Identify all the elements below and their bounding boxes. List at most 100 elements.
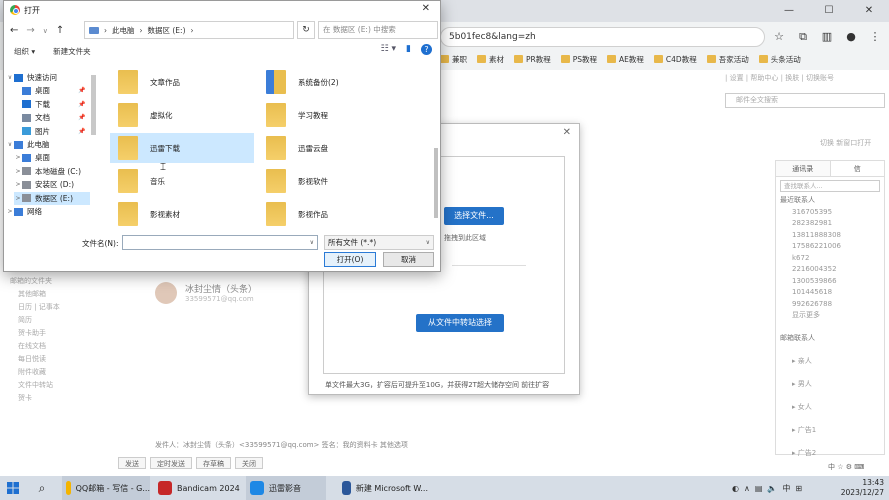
bookmark-item[interactable]: PR教程 [514,52,551,66]
contact-item[interactable]: ▸ 广告2 [776,448,884,460]
tree-item[interactable]: > 安装区 (D:) [14,178,74,191]
network-icon[interactable]: ▤ [755,484,763,493]
menu-icon[interactable]: ⋮ [866,27,884,47]
contact-item[interactable]: 2216004352 [776,264,884,276]
mail-menu-item[interactable]: 日历 | 记事本 [0,301,105,314]
tree-item[interactable]: ∨ 此电脑 [6,138,50,151]
tree-item[interactable]: 文档 📌 [14,111,85,124]
contact-item[interactable]: ▸ 广告1 [776,425,884,437]
sidebar-icon[interactable]: ▥ [818,27,836,47]
contact-item[interactable]: 17586221006 [776,241,884,253]
address-bar[interactable]: 5b01fec8&lang=zh [440,27,765,47]
expand-arrow-icon[interactable]: > [14,192,22,205]
search-icon[interactable]: ⌕ [30,476,54,500]
taskbar-app[interactable]: Bandicam 2024 [154,476,242,500]
contact-item[interactable]: 邮箱联系人 [776,333,884,345]
tree-item[interactable]: > 桌面 [14,151,50,164]
refresh-icon[interactable]: ↻ [297,21,315,39]
expand-arrow-icon[interactable]: > [6,205,14,218]
select-file-button[interactable]: 选择文件... [444,207,504,225]
chevron-down-icon[interactable]: ∨ [426,236,430,249]
close-icon[interactable]: ✕ [422,3,430,14]
file-item[interactable]: 学习教程 [258,100,402,130]
bookmark-item[interactable]: C4D教程 [653,52,697,66]
bookmark-item[interactable]: PS教程 [560,52,597,66]
preview-pane-icon[interactable]: ▮ [406,44,411,55]
maximize-icon[interactable]: ☐ [809,0,849,22]
up-icon[interactable]: ↑ [56,23,64,39]
file-type-select[interactable]: 所有文件 (*.*) ∨ [324,235,434,250]
contact-item[interactable]: 最近联系人 [776,195,884,207]
save-draft-button[interactable]: 存草稿 [196,457,231,469]
contact-item[interactable]: 显示更多 [776,310,884,322]
compose-top-links[interactable]: 切换 新窗口打开 [820,138,871,148]
bookmark-item[interactable]: 素材 [477,52,504,66]
tab-contacts[interactable]: 通讯录 [776,161,831,176]
file-item[interactable]: 迅雷下载 [110,133,254,163]
taskbar-app[interactable]: QQ邮箱 - 写信 - G... [62,476,150,500]
mail-menu-item[interactable]: 贺卡 [0,392,105,405]
file-item[interactable]: 虚拟化 [110,100,254,130]
tree-item[interactable]: > 本地磁盘 (C:) [14,165,81,178]
file-item[interactable]: 迅雷云盘 [258,133,402,163]
expand-arrow-icon[interactable]: ∨ [6,71,14,84]
contact-item[interactable]: ▸ 女人 [776,402,884,414]
bookmark-item[interactable]: 兼职 [440,52,467,66]
file-list-scrollbar[interactable] [432,63,440,231]
breadcrumb-item[interactable]: 数据区 (E:) [148,25,186,36]
mail-top-links[interactable]: | 设置 | 帮助中心 | 换肤 | 切换账号 [725,73,834,83]
mail-search-input[interactable]: 邮件全文搜索 [725,93,885,108]
star-icon[interactable]: ☆ [770,27,788,47]
filename-input[interactable]: ∨ [122,235,318,250]
extensions-icon[interactable]: ⧉ [794,27,812,47]
bookmark-item[interactable]: AE教程 [607,52,644,66]
search-input[interactable]: 在 数据区 (E:) 中搜索 [318,21,438,39]
close-icon[interactable]: ✕ [849,0,889,22]
clock[interactable]: 13:43 2023/12/27 [838,478,884,498]
contact-item[interactable]: 1300539866 [776,276,884,288]
tree-item[interactable]: > 数据区 (E:) [14,191,90,205]
cancel-button[interactable]: 取消 [383,252,434,267]
breadcrumb[interactable]: › 此电脑 › 数据区 (E:) › [84,21,294,39]
tray-app-icon[interactable]: ◐ [732,484,739,493]
bookmark-item[interactable]: 头条活动 [758,52,801,66]
forward-icon[interactable]: → [26,23,34,39]
file-item[interactable]: 文章作品 [110,67,254,97]
bookmark-item[interactable]: 吾家活动 [706,52,749,66]
contact-item[interactable]: 316705395 [776,207,884,219]
expand-arrow-icon[interactable]: ∨ [6,138,14,151]
tree-item[interactable]: 图片 📌 [14,125,85,138]
back-icon[interactable]: ← [10,23,18,39]
tree-item[interactable]: ∨ 快速访问 [6,71,57,84]
send-button[interactable]: 发送 [118,457,146,469]
input-method-icon[interactable]: 中 [782,483,790,494]
contact-item[interactable]: 992626788 [776,299,884,311]
recent-locations-icon[interactable]: ∨ [43,23,48,39]
contact-item[interactable]: 101445618 [776,287,884,299]
new-folder-button[interactable]: 新建文件夹 [53,46,91,57]
mail-menu-item[interactable]: 在线文档 [0,340,105,353]
open-button[interactable]: 打开(O) [324,252,376,267]
mail-menu-item[interactable]: 其他邮箱 [0,288,105,301]
tree-item[interactable]: > 网络 [6,205,42,218]
file-station-button[interactable]: 从文件中转站选择 [416,314,504,332]
mail-menu-item[interactable]: 贺卡助手 [0,327,105,340]
mail-menu-item[interactable]: 附件收藏 [0,366,105,379]
file-item[interactable]: 音乐 [110,166,254,196]
help-icon[interactable]: ? [421,44,432,55]
mail-menu-item[interactable]: 每日悦读 [0,353,105,366]
organize-button[interactable]: 组织 ▾ [14,46,35,57]
keyboard-icon[interactable]: ⊞ [795,484,802,493]
start-button[interactable] [0,476,26,500]
profile-icon[interactable]: ● [842,27,860,47]
tree-scrollbar[interactable] [90,65,97,231]
close-icon[interactable]: ✕ [563,127,571,138]
expand-arrow-icon[interactable]: > [14,178,22,191]
minimize-icon[interactable]: — [769,0,809,22]
taskbar-app[interactable]: 迅雷影音 [246,476,326,500]
tree-item[interactable]: 桌面 📌 [14,84,85,97]
taskbar-app[interactable]: 新建 Microsoft W... [338,476,428,500]
mail-menu-item[interactable]: 文件中转站 [0,379,105,392]
view-options-icon[interactable]: ☷ ▾ [381,44,396,55]
contact-search-input[interactable]: 查找联系人... [780,180,880,192]
